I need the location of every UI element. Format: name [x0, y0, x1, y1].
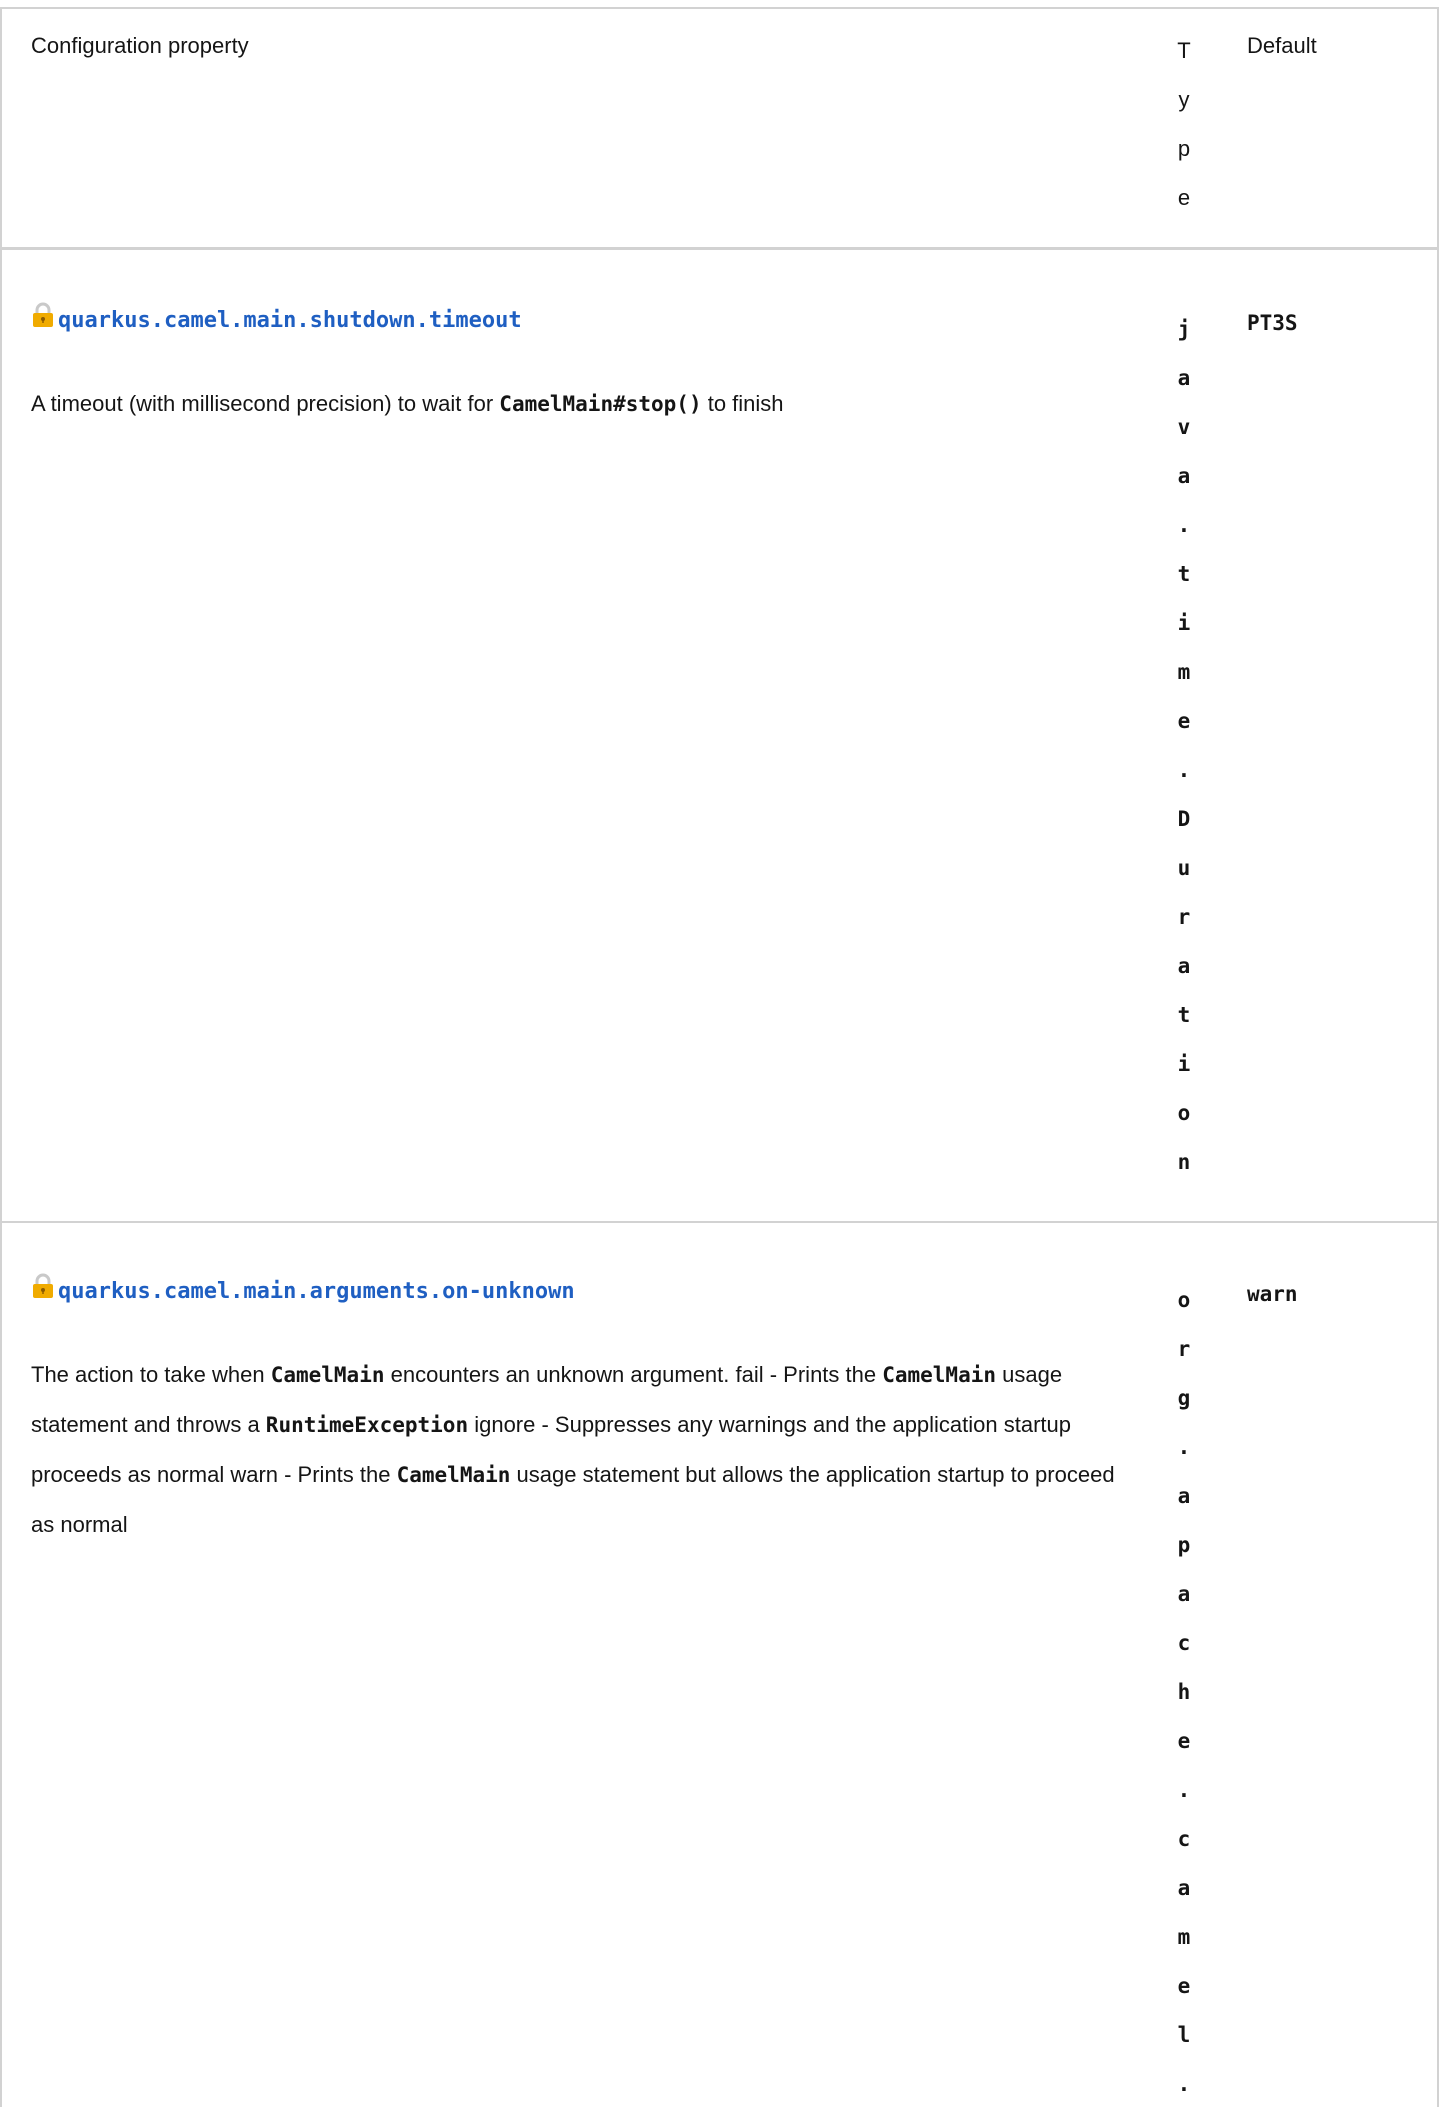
- type-letter: j: [1177, 317, 1191, 341]
- type-letter: p: [1177, 136, 1191, 161]
- type-letter: a: [1177, 366, 1191, 390]
- type-letter: a: [1177, 954, 1191, 978]
- type-letter: .: [1177, 2072, 1191, 2096]
- property-description: A timeout (with millisecond precision) t…: [31, 379, 1131, 429]
- description-text: The action to take when: [31, 1362, 271, 1387]
- type-letter: .: [1177, 1778, 1191, 1802]
- header-type: Type: [1172, 26, 1196, 222]
- type-letter: u: [1177, 856, 1191, 880]
- type-letter: r: [1177, 905, 1191, 929]
- type-letter: e: [1177, 185, 1191, 210]
- type-value: j a v a. t i m e. Du r a t i o n: [1172, 305, 1196, 1187]
- description-text: encounters an unknown argument. fail - P…: [384, 1362, 883, 1387]
- type-letter: m: [1177, 1925, 1191, 1949]
- type-letter: t: [1177, 562, 1191, 586]
- type-letter: a: [1177, 1582, 1191, 1606]
- type-value: o r g. a p a c h e. c a m e l.: [1172, 1276, 1196, 2109]
- default-value: warn: [1247, 1282, 1298, 1306]
- type-letter: a: [1177, 464, 1191, 488]
- type-letter: a: [1177, 1876, 1191, 1900]
- type-letter: .: [1177, 1435, 1191, 1459]
- code-inline: CamelMain: [270, 1363, 385, 1387]
- type-letter: g: [1177, 1386, 1191, 1410]
- header-default: Default: [1247, 33, 1317, 58]
- type-letter: y: [1178, 87, 1190, 112]
- property-link-arguments-on-unknown[interactable]: quarkus.camel.main.arguments.on-unknown: [58, 1279, 575, 1304]
- type-letter: D: [1177, 807, 1191, 831]
- type-letter: i: [1177, 611, 1191, 635]
- type-letter: .: [1177, 758, 1191, 782]
- type-letter: l: [1177, 2023, 1191, 2047]
- type-letter: c: [1177, 1631, 1191, 1655]
- type-letter: t: [1177, 1003, 1191, 1027]
- description-text: to finish: [701, 391, 784, 416]
- header-configuration-property: Configuration property: [31, 33, 249, 58]
- type-letter: m: [1177, 660, 1191, 684]
- header-divider: [2, 247, 1437, 250]
- default-value: PT3S: [1247, 311, 1298, 335]
- row-divider: [2, 1221, 1437, 1223]
- type-letter: v: [1177, 415, 1191, 439]
- type-letter: T: [1177, 38, 1191, 63]
- config-table: Configuration property Type Default quar…: [0, 7, 1439, 2107]
- type-letter: p: [1177, 1533, 1191, 1557]
- type-letter: n: [1177, 1150, 1191, 1174]
- code-inline: CamelMain#stop(): [499, 392, 702, 416]
- type-letter: .: [1177, 513, 1191, 537]
- lock-icon: [33, 1273, 53, 1298]
- type-letter: e: [1177, 709, 1191, 733]
- type-letter: r: [1177, 1337, 1191, 1361]
- code-inline: RuntimeException: [265, 1413, 469, 1437]
- lock-icon: [33, 302, 53, 327]
- type-letter: c: [1177, 1827, 1191, 1851]
- type-letter: a: [1177, 1484, 1191, 1508]
- code-inline: CamelMain: [882, 1363, 997, 1387]
- type-letter: h: [1177, 1680, 1191, 1704]
- type-letter: o: [1177, 1101, 1191, 1125]
- property-description: The action to take when CamelMain encoun…: [31, 1350, 1131, 1549]
- description-text: A timeout (with millisecond precision) t…: [31, 391, 500, 416]
- property-link-shutdown-timeout[interactable]: quarkus.camel.main.shutdown.timeout: [58, 308, 522, 333]
- type-letter: e: [1177, 1974, 1191, 1998]
- type-letter: e: [1177, 1729, 1191, 1753]
- type-letter: o: [1177, 1288, 1191, 1312]
- type-letter: i: [1177, 1052, 1191, 1076]
- code-inline: CamelMain: [396, 1463, 511, 1487]
